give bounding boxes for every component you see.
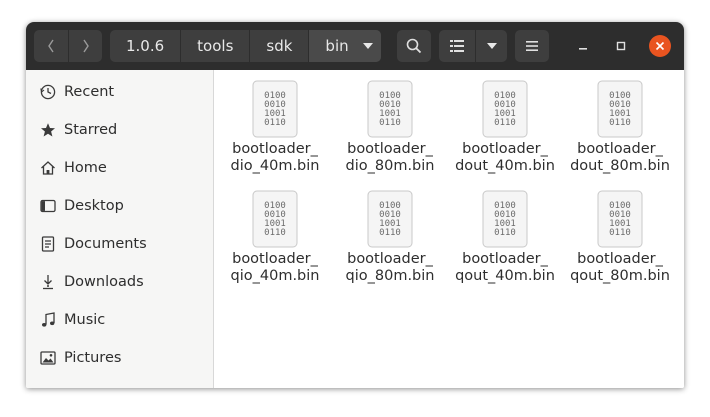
file-name: bootloader_ qout_40m.bin xyxy=(455,251,555,284)
binary-file-icon: 0100001010010110 xyxy=(597,80,643,138)
places-sidebar: Recent Starred Home Desktop Documents Do… xyxy=(26,70,214,388)
file-grid: 0100 0010 1001 0110 bootloader_ dio_40m.bin … xyxy=(215,70,684,388)
go-back-icon xyxy=(48,39,54,53)
home-icon xyxy=(40,160,56,176)
sidebar-item-label: Music xyxy=(64,312,106,328)
sidebar-item-desktop[interactable]: Desktop xyxy=(26,187,214,225)
sidebar-item-label: Recent xyxy=(64,84,115,100)
maximize-button[interactable] xyxy=(610,35,632,57)
chevron-down-icon xyxy=(486,43,497,49)
chevron-down-icon xyxy=(362,43,373,49)
file-item[interactable]: 0100 0010 1001 0110 bootloader_ dio_80m.bin xyxy=(333,70,447,180)
file-name: bootloader_ dout_80m.bin xyxy=(570,141,670,174)
view-options-button[interactable] xyxy=(475,30,507,62)
header-bar: 1.0.6 tools sdk bin xyxy=(26,22,684,70)
sidebar-item-label: Desktop xyxy=(64,198,124,214)
go-forward-icon xyxy=(82,39,89,53)
document-icon xyxy=(40,236,56,252)
download-icon xyxy=(40,274,56,290)
maximize-icon xyxy=(616,41,626,51)
breadcrumb: 1.0.6 tools sdk bin xyxy=(110,30,381,62)
file-item[interactable]: 0100 0010 1001 0110 bootloader_ qout_40m.bin xyxy=(448,180,562,290)
minimize-button[interactable] xyxy=(572,35,594,57)
sidebar-item-pictures[interactable]: Pictures xyxy=(26,339,214,377)
file-name: bootloader_ qio_80m.bin xyxy=(345,251,435,284)
sidebar-item-label: Downloads xyxy=(64,274,144,290)
svg-text:0110: 0110 xyxy=(264,118,286,128)
desktop-icon xyxy=(40,198,56,214)
file-item[interactable]: 0100 0010 1001 0110 bootloader_ qout_80m.bin xyxy=(563,180,677,290)
file-name: bootloader_ dio_80m.bin xyxy=(345,141,435,174)
binary-file-icon: 0100001010010110 xyxy=(367,80,413,138)
picture-icon xyxy=(40,350,56,366)
breadcrumb-item-current[interactable]: bin xyxy=(308,30,381,62)
file-name: bootloader_ qout_80m.bin xyxy=(570,251,670,284)
sidebar-item-downloads[interactable]: Downloads xyxy=(26,263,214,301)
binary-file-icon: 0100001010010110 xyxy=(367,190,413,248)
minimize-icon xyxy=(579,48,587,50)
file-item[interactable]: 0100 0010 1001 0110 bootloader_ dio_40m.bin xyxy=(218,70,332,180)
file-manager-window: 1.0.6 tools sdk bin Recent Starred Home … xyxy=(26,22,684,388)
hamburger-menu-icon xyxy=(526,41,538,51)
list-view-button[interactable] xyxy=(439,30,475,62)
back-button[interactable] xyxy=(34,30,68,62)
sidebar-item-label: Pictures xyxy=(64,350,122,366)
svg-text:0110: 0110 xyxy=(494,228,516,238)
file-item[interactable]: 0100 0010 1001 0110 bootloader_ qio_40m.bin xyxy=(218,180,332,290)
menu-button-group xyxy=(515,30,549,62)
sidebar-item-label: Documents xyxy=(64,236,147,252)
file-name: bootloader_ qio_40m.bin xyxy=(230,251,320,284)
file-name: bootloader_ dout_40m.bin xyxy=(455,141,555,174)
sidebar-item-music[interactable]: Music xyxy=(26,301,214,339)
sidebar-item-recent[interactable]: Recent xyxy=(26,73,214,111)
svg-text:0110: 0110 xyxy=(494,118,516,128)
view-button-group xyxy=(439,30,507,62)
navigation-buttons xyxy=(34,30,102,62)
binary-file-icon: 0100001010010110 xyxy=(252,190,298,248)
svg-text:0110: 0110 xyxy=(379,118,401,128)
search-button-group xyxy=(397,30,431,62)
svg-text:0110: 0110 xyxy=(609,118,631,128)
binary-file-icon: 0100001010010110 xyxy=(482,190,528,248)
sidebar-item-starred[interactable]: Starred xyxy=(26,111,214,149)
music-icon xyxy=(40,312,56,328)
sidebar-item-home[interactable]: Home xyxy=(26,149,214,187)
breadcrumb-item[interactable]: 1.0.6 xyxy=(110,30,180,62)
sidebar-item-label: Starred xyxy=(64,122,118,138)
close-icon xyxy=(655,41,665,51)
star-icon xyxy=(40,122,56,138)
main-menu-button[interactable] xyxy=(515,30,549,62)
search-icon xyxy=(406,38,422,54)
breadcrumb-item[interactable]: tools xyxy=(180,30,249,62)
list-view-icon xyxy=(450,40,464,52)
binary-file-icon: 0100001010010110 xyxy=(597,190,643,248)
binary-file-icon: 0100001010010110 xyxy=(482,80,528,138)
file-item[interactable]: 0100 0010 1001 0110 bootloader_ qio_80m.bin xyxy=(333,180,447,290)
svg-text:0110: 0110 xyxy=(264,228,286,238)
svg-text:0110: 0110 xyxy=(379,228,401,238)
clock-icon xyxy=(40,84,56,100)
close-button[interactable] xyxy=(649,35,671,57)
sidebar-item-documents[interactable]: Documents xyxy=(26,225,214,263)
binary-file-icon: 0100001010010110 xyxy=(252,80,298,138)
breadcrumb-current-label: bin xyxy=(325,37,349,55)
svg-text:0110: 0110 xyxy=(609,228,631,238)
sidebar-item-label: Home xyxy=(64,160,107,176)
search-button[interactable] xyxy=(397,30,431,62)
file-name: bootloader_ dio_40m.bin xyxy=(230,141,320,174)
forward-button[interactable] xyxy=(68,30,102,62)
breadcrumb-item[interactable]: sdk xyxy=(249,30,308,62)
file-item[interactable]: 0100 0010 1001 0110 bootloader_ dout_80m.bin xyxy=(563,70,677,180)
file-item[interactable]: 0100 0010 1001 0110 bootloader_ dout_40m.bin xyxy=(448,70,562,180)
